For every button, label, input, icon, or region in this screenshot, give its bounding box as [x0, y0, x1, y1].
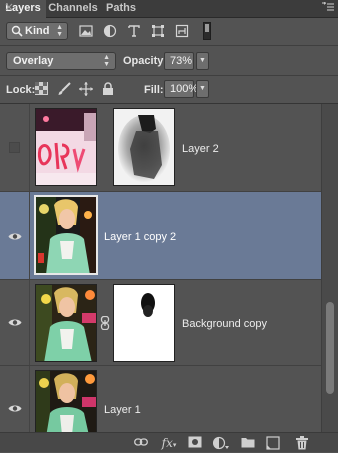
- visibility-cell[interactable]: [0, 192, 30, 279]
- opacity-label: Opacity:: [123, 55, 168, 67]
- close-panel-icon[interactable]: [4, 3, 14, 13]
- panel-tab-bar: Layers Channels Paths: [0, 0, 338, 18]
- panel-menu-icon[interactable]: [322, 1, 334, 14]
- fill-value: 100%: [170, 83, 199, 95]
- background-copy-thumbnail-image: [36, 285, 96, 361]
- image-filter-icon[interactable]: [79, 24, 93, 38]
- lock-transparent-pixels-icon[interactable]: [35, 82, 49, 96]
- opacity-field[interactable]: 73%: [164, 52, 194, 70]
- layers-panel: Layers Channels Paths Kind ▲ ▼ Overlay ▲…: [0, 0, 338, 452]
- add-mask-icon[interactable]: [188, 436, 202, 450]
- layer-row-layer-1-copy-2[interactable]: Layer 1 copy 2: [0, 192, 321, 280]
- blend-mode-dropdown[interactable]: Overlay ▲ ▼: [6, 52, 116, 70]
- layer-row-background-copy[interactable]: Background copy: [0, 280, 321, 366]
- blend-mode-value: Overlay: [13, 55, 54, 67]
- layer-mask-thumbnail[interactable]: [113, 284, 175, 362]
- background-copy-mask-image: [114, 285, 174, 361]
- fill-field[interactable]: 100%: [164, 80, 198, 98]
- tab-paths-label: Paths: [106, 2, 136, 14]
- layer-filter-row: Kind ▲ ▼: [0, 18, 338, 44]
- lock-position-icon[interactable]: [79, 82, 93, 96]
- lock-all-icon[interactable]: [102, 82, 116, 96]
- new-adjustment-layer-icon[interactable]: [212, 436, 229, 450]
- fill-label: Fill:: [144, 84, 164, 96]
- layers-bottom-toolbar: fx▾: [0, 432, 338, 452]
- visibility-cell[interactable]: [0, 104, 30, 191]
- fill-dropdown-button[interactable]: ▼: [196, 80, 209, 98]
- new-group-icon[interactable]: [241, 436, 255, 450]
- visibility-off-box[interactable]: [9, 142, 20, 153]
- lock-label: Lock:: [6, 84, 36, 96]
- opacity-value: 73%: [170, 55, 193, 67]
- tab-channels-label: Channels: [48, 2, 98, 14]
- eye-icon[interactable]: [8, 404, 22, 413]
- layer-name: Layer 2: [182, 143, 219, 155]
- lock-image-pixels-icon[interactable]: [57, 82, 71, 96]
- fx-label: fx: [161, 436, 173, 450]
- visibility-cell[interactable]: [0, 366, 30, 432]
- mask-link-icon[interactable]: [100, 316, 110, 330]
- opacity-dropdown-button[interactable]: ▼: [196, 52, 209, 70]
- layer-mask-thumbnail[interactable]: [113, 108, 175, 186]
- fx-icon[interactable]: fx▾: [160, 436, 178, 450]
- layers-scrollbar[interactable]: [321, 104, 338, 432]
- chevron-updown-icon: ▲ ▼: [103, 54, 110, 68]
- filter-kind-dropdown[interactable]: Kind ▲ ▼: [6, 22, 68, 40]
- layer-name: Layer 1 copy 2: [104, 231, 177, 243]
- layer-2-mask-image: [114, 109, 174, 185]
- layer-thumbnail[interactable]: [35, 108, 97, 186]
- layer-1-copy-2-thumbnail-image: [36, 197, 96, 273]
- chevron-updown-icon: ▲ ▼: [56, 24, 63, 38]
- tab-channels[interactable]: Channels: [46, 0, 100, 17]
- eye-icon[interactable]: [8, 232, 22, 241]
- blend-row: Overlay ▲ ▼ Opacity: 73% ▼: [0, 46, 338, 74]
- layers-list: Layer 2 Layer 1 copy 2 Background copy L…: [0, 104, 321, 432]
- layer-thumbnail[interactable]: [34, 195, 98, 275]
- smart-object-filter-icon[interactable]: [175, 24, 189, 38]
- lock-row: Lock: Fill: 100% ▼: [0, 76, 338, 102]
- shape-filter-icon[interactable]: [151, 24, 165, 38]
- tab-paths[interactable]: Paths: [101, 0, 141, 17]
- eye-icon[interactable]: [8, 318, 22, 327]
- layer-row-layer-2[interactable]: Layer 2: [0, 104, 321, 192]
- filter-toggle-nub: [205, 24, 209, 32]
- filter-kind-label: Kind: [25, 25, 50, 37]
- layer-1-thumbnail-image: [36, 371, 96, 432]
- search-icon: [11, 25, 23, 40]
- scrollbar-thumb[interactable]: [326, 302, 334, 394]
- layer-2-thumbnail-image: [36, 109, 96, 185]
- adjustment-filter-icon[interactable]: [103, 24, 117, 38]
- link-layers-icon[interactable]: [134, 436, 148, 450]
- type-filter-icon[interactable]: [127, 24, 141, 38]
- layer-thumbnail[interactable]: [35, 284, 97, 362]
- layer-row-layer-1[interactable]: Layer 1: [0, 366, 321, 432]
- delete-layer-icon[interactable]: [295, 436, 309, 450]
- layer-name: Background copy: [182, 318, 267, 330]
- layer-name: Layer 1: [104, 404, 141, 416]
- new-layer-icon[interactable]: [266, 436, 280, 450]
- visibility-cell[interactable]: [0, 280, 30, 365]
- filter-toggle-switch[interactable]: [203, 22, 211, 40]
- layer-thumbnail[interactable]: [35, 370, 97, 432]
